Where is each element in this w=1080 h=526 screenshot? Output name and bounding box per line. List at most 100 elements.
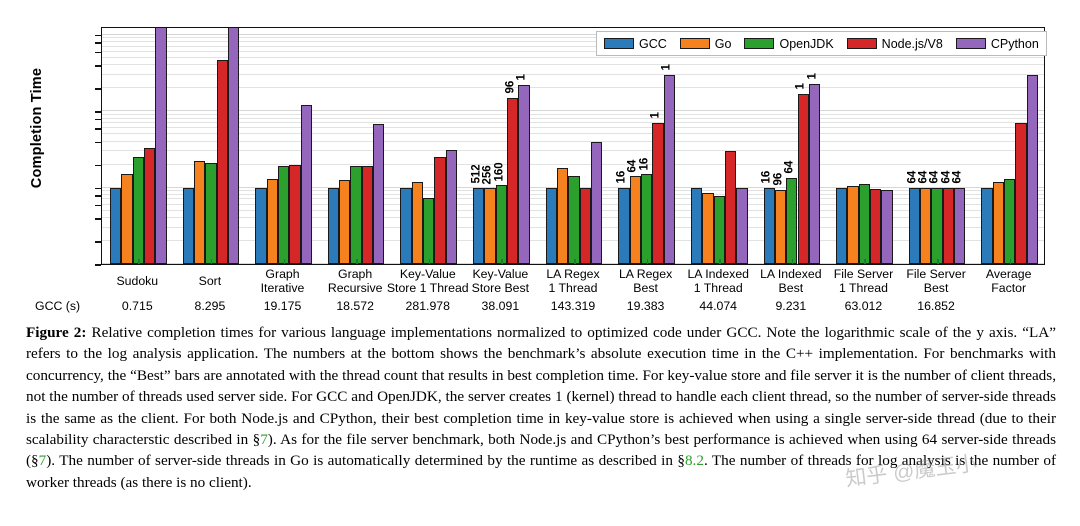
gridline bbox=[102, 127, 1044, 129]
bar bbox=[881, 190, 893, 264]
bar bbox=[132, 157, 144, 264]
x-axis-tick bbox=[428, 259, 431, 264]
bar bbox=[1026, 74, 1038, 264]
bar bbox=[216, 59, 228, 264]
bar bbox=[507, 97, 519, 264]
legend-label: CPython bbox=[990, 36, 1039, 51]
bar bbox=[266, 178, 278, 264]
bar bbox=[227, 28, 240, 264]
chart-legend: GCC Go OpenJDK Node.js/V8 CPython bbox=[596, 31, 1047, 56]
bar bbox=[518, 84, 530, 264]
bar bbox=[713, 195, 725, 264]
bar bbox=[690, 187, 703, 264]
gridline bbox=[102, 87, 1044, 89]
x-axis-tick bbox=[1009, 259, 1012, 264]
bar bbox=[931, 187, 943, 264]
bar bbox=[847, 185, 859, 264]
bar bbox=[640, 174, 653, 264]
bar-thread-count-annotation: 64 bbox=[951, 170, 964, 184]
bar bbox=[836, 187, 848, 264]
caption-text-part-3: ). The number of server-side threads in … bbox=[46, 452, 685, 470]
legend-swatch-icon bbox=[604, 38, 634, 49]
bar bbox=[736, 187, 748, 264]
x-axis-tick bbox=[937, 259, 939, 264]
legend-label: GCC bbox=[639, 36, 667, 51]
section-ref-8-2[interactable]: 8.2 bbox=[685, 452, 704, 469]
bar-thread-count-annotation: 16 bbox=[638, 157, 651, 171]
bar bbox=[109, 187, 122, 264]
gridline bbox=[102, 150, 1044, 152]
bar bbox=[629, 176, 641, 264]
bar bbox=[373, 124, 385, 264]
bar bbox=[908, 187, 921, 264]
bar bbox=[350, 166, 362, 264]
legend-item-gcc[interactable]: GCC bbox=[604, 37, 667, 51]
bar bbox=[858, 184, 871, 264]
x-axis-tick bbox=[791, 259, 794, 264]
bar-thread-count-annotation: 64 bbox=[928, 170, 941, 184]
bar-thread-count-annotation: 1 bbox=[660, 64, 673, 71]
bar bbox=[434, 157, 446, 264]
bar bbox=[339, 180, 351, 264]
figure-caption-divider bbox=[26, 316, 1056, 317]
legend-item-go[interactable]: Go bbox=[679, 36, 732, 51]
gridline bbox=[102, 140, 1044, 142]
gridline bbox=[102, 73, 1044, 75]
x-axis-tick bbox=[210, 259, 213, 264]
bar-thread-count-annotation: 1 bbox=[794, 83, 807, 90]
bar bbox=[763, 187, 775, 264]
caption-text-part-1: Relative completion times for various la… bbox=[26, 324, 1056, 449]
x-axis-tick bbox=[574, 259, 576, 264]
x-axis-category-line: Average bbox=[985, 267, 1032, 281]
x-axis-tick bbox=[864, 259, 866, 264]
x-axis-tick bbox=[138, 259, 140, 264]
bar bbox=[774, 189, 787, 264]
bar-thread-count-annotation: 96 bbox=[504, 80, 517, 94]
x-axis-tick bbox=[646, 259, 649, 264]
legend-item-node-js-v8[interactable]: Node.js/V8 bbox=[846, 36, 943, 51]
bar bbox=[327, 187, 340, 264]
x-axis-category-line: Factor bbox=[991, 280, 1027, 295]
bar bbox=[277, 166, 290, 264]
bar-thread-count-annotation: 16 bbox=[615, 170, 628, 184]
x-axis-category-labels: Sudoku Sort Graph Iterative Graph Recursive Ke… bbox=[101, 267, 1045, 300]
bar bbox=[1015, 122, 1027, 264]
bar bbox=[992, 181, 1004, 264]
bar bbox=[300, 105, 312, 264]
section-ref-7a[interactable]: 7 bbox=[260, 431, 268, 448]
bar bbox=[590, 141, 603, 264]
gridline bbox=[102, 56, 1044, 58]
bar bbox=[870, 189, 882, 264]
bar bbox=[255, 187, 267, 264]
legend-swatch-icon bbox=[744, 38, 775, 49]
bar-thread-count-annotation: 160 bbox=[493, 162, 506, 182]
legend-item-cpython[interactable]: CPython bbox=[955, 36, 1039, 51]
gridline bbox=[102, 117, 1044, 119]
bar bbox=[920, 187, 932, 264]
bar bbox=[400, 187, 412, 264]
legend-label: Node.js/V8 bbox=[881, 36, 943, 51]
bar bbox=[579, 187, 591, 264]
legend-swatch-icon bbox=[955, 38, 986, 49]
gridline bbox=[102, 64, 1044, 66]
bar bbox=[545, 187, 557, 264]
gridline bbox=[102, 110, 1044, 112]
bar bbox=[942, 187, 955, 264]
legend-item-openjdk[interactable]: OpenJDK bbox=[744, 37, 834, 51]
legend-swatch-icon bbox=[846, 38, 877, 49]
legend-label: Go bbox=[714, 36, 732, 51]
bar bbox=[954, 187, 966, 264]
bar bbox=[155, 28, 167, 264]
figure-caption: Figure 2: Relative completion times for … bbox=[26, 322, 1056, 493]
bar-thread-count-annotation: 1 bbox=[649, 112, 662, 119]
bar bbox=[182, 187, 194, 264]
bar bbox=[724, 151, 737, 264]
bar bbox=[289, 165, 301, 264]
x-axis-tick bbox=[283, 259, 286, 264]
bar bbox=[205, 162, 217, 264]
bar bbox=[557, 168, 569, 264]
gcc-seconds-label: GCC (s) bbox=[35, 299, 81, 313]
legend-swatch-icon bbox=[679, 38, 710, 49]
bar bbox=[423, 198, 435, 264]
y-axis-title: Completion Time bbox=[29, 67, 45, 189]
